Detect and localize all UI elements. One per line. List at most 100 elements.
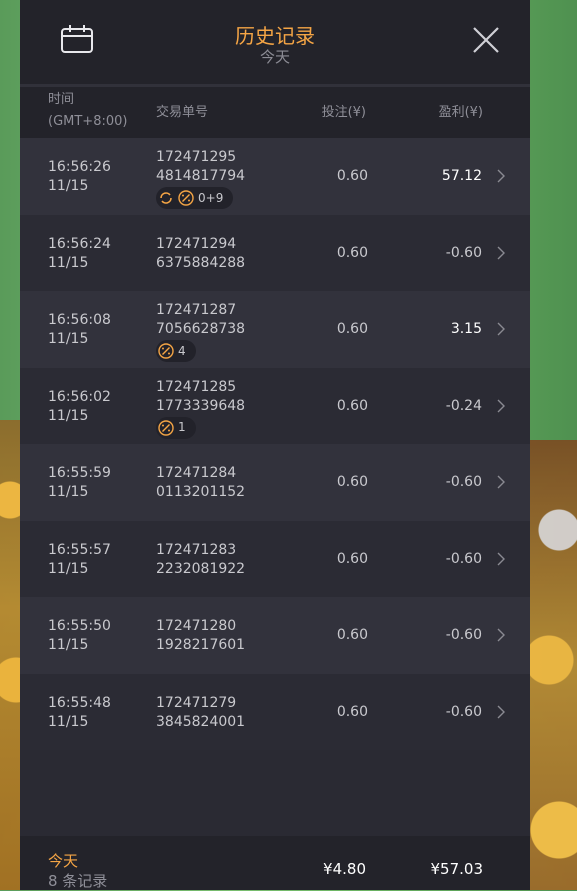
row-time: 16:55:50 11/15 — [48, 617, 111, 655]
chevron-right-icon[interactable] — [496, 321, 506, 337]
row-time: 16:56:08 11/15 — [48, 311, 111, 349]
row-time-value: 16:56:08 — [48, 312, 111, 328]
row-time: 16:56:02 11/15 — [48, 388, 111, 426]
row-date-value: 11/15 — [48, 713, 89, 730]
feature-badge: 0+9 — [156, 187, 234, 209]
page-title: 历史记录 — [235, 24, 315, 48]
history-row[interactable]: 16:55:48 11/15 172471279 3845824001 0.60… — [20, 673, 530, 750]
chevron-right-icon[interactable] — [496, 474, 506, 490]
row-profit: 57.12 — [441, 168, 482, 184]
badge-value: 1 — [178, 420, 186, 434]
transaction-id-part2: 1773339648 — [156, 397, 246, 414]
row-transaction-id: 172471280 1928217601 — [156, 617, 245, 655]
row-transaction-id: 172471284 0113201152 — [156, 464, 245, 502]
row-time: 16:55:57 11/15 — [48, 541, 111, 579]
column-header: 时间 (GMT+8:00) 交易单号 投注(¥) 盈利(¥) — [20, 87, 530, 138]
footer-record-count: 8 条记录 — [48, 872, 108, 890]
chevron-right-icon[interactable] — [496, 245, 506, 261]
row-date-value: 11/15 — [48, 178, 89, 194]
row-time-value: 16:55:50 — [48, 618, 111, 634]
row-time: 16:55:59 11/15 — [48, 464, 111, 502]
row-time-value: 16:56:02 — [48, 388, 111, 405]
row-time-value: 16:56:26 — [48, 159, 111, 175]
row-transaction-id: 172471295 4814817794 0+9 — [156, 148, 245, 212]
transaction-id-part2: 7056628738 — [156, 321, 246, 337]
row-time: 16:55:48 11/15 — [48, 694, 111, 732]
transaction-id-part2: 3845824001 — [156, 713, 246, 730]
feature-badge: 1 — [156, 416, 196, 439]
row-date-value: 11/15 — [48, 407, 89, 424]
transaction-id-part1: 172471285 — [156, 378, 237, 395]
history-panel: 历史记录 今天 时间 (GMT+8:00) 交易单号 投注(¥) 盈利(¥) 1… — [20, 0, 530, 890]
summary-footer: 今天 8 条记录 ¥4.80 ¥57.03 — [20, 836, 530, 890]
column-time-zone: (GMT+8:00) — [48, 114, 128, 129]
row-profit: -0.60 — [445, 244, 482, 261]
row-profit: -0.60 — [445, 550, 482, 567]
row-transaction-id: 172471279 3845824001 — [156, 694, 245, 732]
footer-period: 今天 — [48, 852, 79, 870]
column-time-label: 时间 — [48, 92, 75, 107]
chevron-right-icon[interactable] — [496, 551, 506, 567]
row-time-value: 16:55:59 — [48, 465, 111, 481]
transaction-id-part2: 1928217601 — [156, 637, 246, 653]
row-date-value: 11/15 — [48, 637, 89, 653]
row-bet: 0.60 — [336, 321, 368, 337]
badge-value: 0+9 — [198, 190, 224, 205]
history-row[interactable]: 16:56:24 11/15 172471294 6375884288 0.60… — [20, 214, 530, 291]
row-bet: 0.60 — [336, 168, 368, 184]
row-bet: 0.60 — [336, 397, 368, 414]
column-transaction-id: 交易单号 — [156, 105, 209, 120]
history-list: 16:56:26 11/15 172471295 4814817794 0+9 … — [20, 138, 530, 750]
chevron-right-icon[interactable] — [496, 168, 506, 184]
row-time-value: 16:56:24 — [48, 235, 111, 252]
row-time: 16:56:24 11/15 — [48, 235, 111, 273]
history-header: 历史记录 今天 — [20, 0, 530, 87]
row-profit: 3.15 — [450, 321, 482, 337]
column-profit: 盈利(¥) — [438, 105, 483, 120]
multiplier-icon — [178, 190, 194, 206]
row-transaction-id: 172471287 7056628738 4 — [156, 301, 245, 365]
date-filter-label: 今天 — [259, 48, 290, 66]
transaction-id-part1: 172471287 — [156, 302, 237, 318]
row-bet: 0.60 — [336, 703, 368, 720]
row-time-value: 16:55:57 — [48, 541, 111, 558]
row-bet: 0.60 — [336, 550, 368, 567]
multiplier-icon — [158, 419, 174, 436]
feature-badge: 4 — [156, 340, 196, 362]
history-row[interactable]: 16:55:59 11/15 172471284 0113201152 0.60… — [20, 444, 530, 521]
history-row[interactable]: 16:56:08 11/15 172471287 7056628738 4 0.… — [20, 291, 530, 368]
history-row[interactable]: 16:56:02 11/15 172471285 1773339648 1 0.… — [20, 367, 530, 444]
footer-total-bet: ¥4.80 — [323, 860, 366, 878]
row-profit: -0.60 — [445, 703, 482, 720]
transaction-id-part1: 172471294 — [156, 235, 237, 252]
transaction-id-part1: 172471280 — [156, 618, 237, 634]
row-date-value: 11/15 — [48, 484, 89, 500]
chevron-right-icon[interactable] — [496, 398, 506, 414]
multiplier-icon — [158, 343, 174, 359]
row-bet: 0.60 — [336, 627, 368, 643]
history-row[interactable]: 16:55:50 11/15 172471280 1928217601 0.60… — [20, 597, 530, 674]
transaction-id-part2: 4814817794 — [156, 168, 246, 184]
history-row[interactable]: 16:56:26 11/15 172471295 4814817794 0+9 … — [20, 138, 530, 215]
row-transaction-id: 172471283 2232081922 — [156, 541, 245, 579]
row-transaction-id: 172471294 6375884288 — [156, 235, 245, 273]
row-date-value: 11/15 — [48, 254, 89, 271]
transaction-id-part1: 172471284 — [156, 465, 237, 481]
row-date-value: 11/15 — [48, 331, 89, 347]
spin-icon — [160, 192, 172, 204]
row-transaction-id: 172471285 1773339648 1 — [156, 378, 245, 442]
transaction-id-part2: 0113201152 — [156, 484, 246, 500]
chevron-right-icon[interactable] — [496, 704, 506, 720]
background-decoration-right — [529, 440, 577, 890]
transaction-id-part1: 172471283 — [156, 541, 237, 558]
history-row[interactable]: 16:55:57 11/15 172471283 2232081922 0.60… — [20, 520, 530, 597]
transaction-id-part1: 172471279 — [156, 694, 237, 711]
row-date-value: 11/15 — [48, 560, 89, 577]
row-bet: 0.60 — [336, 474, 368, 490]
row-bet: 0.60 — [336, 244, 368, 261]
transaction-id-part2: 6375884288 — [156, 254, 246, 271]
row-profit: -0.60 — [445, 627, 482, 643]
chevron-right-icon[interactable] — [496, 627, 506, 643]
transaction-id-part1: 172471295 — [156, 149, 237, 165]
close-icon[interactable] — [470, 24, 502, 56]
